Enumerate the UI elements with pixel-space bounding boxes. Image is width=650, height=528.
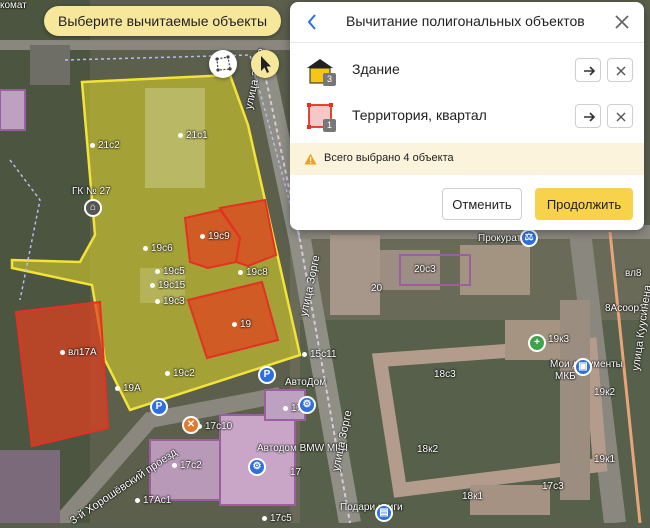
pharmacy-icon[interactable]: + xyxy=(528,334,546,352)
close-button[interactable] xyxy=(612,12,632,32)
map-label: 19к1 xyxy=(594,454,616,465)
map-label-text: 19с3 xyxy=(163,296,185,307)
map-label: 19с6 xyxy=(143,243,173,254)
prosecutor-office-icon[interactable]: ⚖ xyxy=(520,229,538,247)
cursor-arrow-icon xyxy=(261,56,271,73)
map-label: 20с3 xyxy=(414,264,436,275)
map-label: 19с5 xyxy=(155,266,185,277)
map-label: 19с3 xyxy=(155,296,185,307)
government-services-icon[interactable]: ▣ xyxy=(574,358,592,376)
map-label-text: 19А xyxy=(123,383,141,394)
restaurant-icon[interactable]: ✕ xyxy=(182,416,200,434)
parking-icon[interactable]: P xyxy=(258,366,276,384)
map-label-gk27: ГК № 27 xyxy=(72,186,111,197)
selection-hint: Выберите вычитаемые объекты xyxy=(44,6,282,36)
cancel-button[interactable]: Отменить xyxy=(442,188,522,220)
remove-object-button[interactable] xyxy=(607,104,633,128)
pointer-select-tool[interactable] xyxy=(251,50,279,78)
bus-stop-icon[interactable]: ⌂ xyxy=(84,199,102,217)
back-button[interactable] xyxy=(302,11,324,33)
go-to-object-button[interactable] xyxy=(575,104,601,128)
selection-count-notice: Всего выбрано 4 объекта xyxy=(290,143,644,175)
map-label-text: 17Ас1 xyxy=(143,495,172,506)
map-label-text: 17с10 xyxy=(205,421,233,432)
object-row-building: 3 Здание xyxy=(290,48,644,92)
map-label: 18с3 xyxy=(434,369,456,380)
parking-icon[interactable]: P xyxy=(150,398,168,416)
car-service-icon[interactable]: ⚙ xyxy=(298,396,316,414)
map-label: вл8 xyxy=(625,268,642,279)
warning-icon xyxy=(304,153,317,165)
map-label-text: 19с15 xyxy=(158,280,186,291)
go-to-object-button[interactable] xyxy=(575,58,601,82)
map-label: 17с3 xyxy=(542,481,564,492)
map-label-text: 15с11 xyxy=(310,349,337,360)
map-label: 17с10 xyxy=(197,421,232,432)
object-label: Территория, квартал xyxy=(352,107,487,123)
map-label: 19с15 xyxy=(150,280,185,291)
close-icon xyxy=(616,112,626,122)
object-count-badge: 1 xyxy=(323,119,336,132)
chevron-left-icon xyxy=(307,14,316,30)
arrow-right-icon xyxy=(584,66,596,76)
object-label: Здание xyxy=(352,61,400,77)
map-label-text: 19с6 xyxy=(151,243,173,254)
book-store-icon[interactable]: ▤ xyxy=(375,504,393,522)
panel-title: Вычитание полигональных объектов xyxy=(346,13,585,29)
arrow-right-icon xyxy=(584,112,596,122)
warning-text: Всего выбрано 4 объекта xyxy=(324,152,454,164)
map-label-text: 17с2 xyxy=(180,460,202,471)
map-label-mkb: МКБ xyxy=(555,371,576,382)
map-label-text: 19 xyxy=(240,319,252,330)
map-label: 19к2 xyxy=(594,387,616,398)
object-row-territory: 1 Территория, квартал xyxy=(290,94,644,138)
map-label: 21с1 xyxy=(178,130,208,141)
map-label-text: 19с9 xyxy=(208,231,230,242)
map-label-text: 21с1 xyxy=(186,130,208,141)
close-icon xyxy=(616,66,626,76)
map-label-text: 19с2 xyxy=(173,368,195,379)
polygon-select-icon xyxy=(215,55,232,72)
map-label-text: 21с2 xyxy=(98,140,120,151)
map-label: 17Ас1 xyxy=(135,495,171,506)
map-label-text: 19с5 xyxy=(163,266,185,277)
map-label-text: 19с8 xyxy=(246,267,268,278)
car-dealer-icon[interactable]: ⚙ xyxy=(248,458,266,476)
map-label: 17с5 xyxy=(262,513,292,524)
object-count-badge: 3 xyxy=(323,73,336,86)
map-label-podari: Подари книги xyxy=(340,502,403,513)
map-label: 18к2 xyxy=(417,444,439,455)
panel-header: Вычитание полигональных объектов xyxy=(290,2,644,43)
map-label-text: 17с5 xyxy=(270,513,292,524)
map-label: 18к1 xyxy=(462,491,484,502)
map-label: 19с8 xyxy=(238,267,268,278)
map-label: 20 xyxy=(371,283,383,294)
map-label-avtodom: АвтоДом xyxy=(285,377,327,388)
subtraction-panel: Вычитание полигональных объектов 3 Здани… xyxy=(290,2,644,230)
map-label: комат xyxy=(0,0,27,11)
map-label: 19А xyxy=(115,383,141,394)
map-label: 19 xyxy=(232,319,251,330)
polygon-select-tool[interactable] xyxy=(209,50,237,78)
continue-button[interactable]: Продолжить xyxy=(535,188,633,220)
remove-object-button[interactable] xyxy=(607,58,633,82)
map-label: 19к3 xyxy=(548,334,570,345)
map-label: 19с9 xyxy=(200,231,230,242)
close-icon xyxy=(615,15,629,29)
map-label: вл17А xyxy=(60,347,97,358)
map-label: 17 xyxy=(290,467,302,478)
map-label: 19с2 xyxy=(165,368,195,379)
map-label-text: вл17А xyxy=(68,347,97,358)
map-label: 21с2 xyxy=(90,140,120,151)
map-label: 17с2 xyxy=(172,460,202,471)
map-label: 15с11 xyxy=(302,349,337,360)
